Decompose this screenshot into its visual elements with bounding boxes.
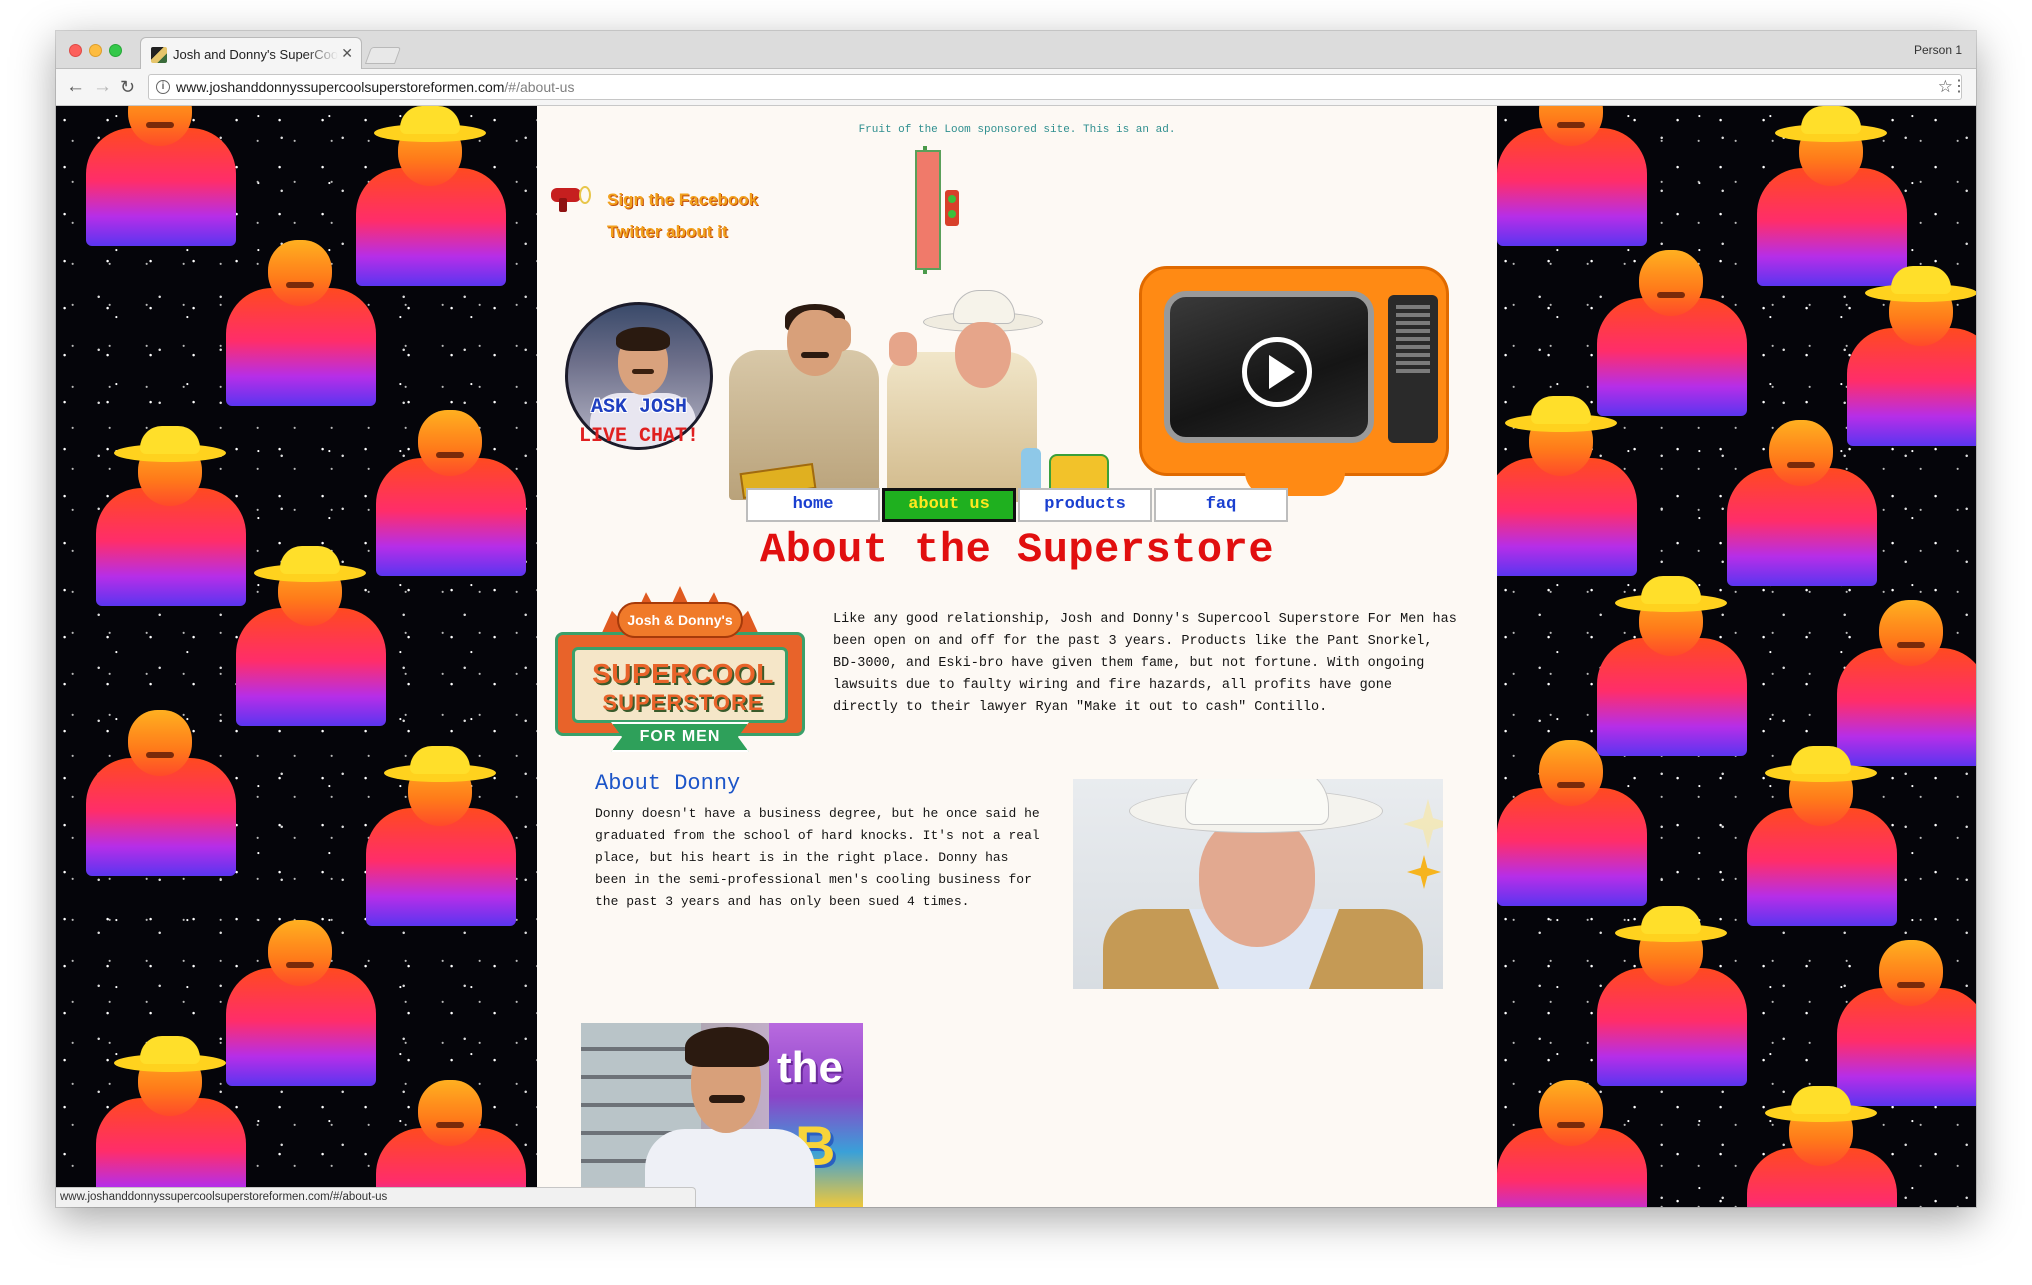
- background-josh-figure: [356, 1066, 546, 1207]
- main-navigation: home about us products faq: [746, 488, 1290, 522]
- forward-arrow-icon[interactable]: →: [93, 75, 112, 99]
- background-josh-figure: [1577, 236, 1767, 416]
- background-josh-figure: [1817, 586, 1976, 766]
- browser-menu-icon[interactable]: ⋮: [1951, 75, 1976, 99]
- background-josh-figure: [1477, 106, 1667, 246]
- content-column: Fruit of the Loom sponsored site. This i…: [537, 106, 1497, 1207]
- intro-paragraph: Like any good relationship, Josh and Don…: [833, 612, 1457, 715]
- twitter-link[interactable]: Twitter about it: [607, 222, 728, 242]
- close-window-button[interactable]: [69, 44, 82, 57]
- background-josh-figure: [1477, 1066, 1667, 1207]
- tab-title: Josh and Donny's SuperCool: [173, 47, 338, 62]
- background-josh-figure: [1817, 926, 1976, 1106]
- live-chat-label: LIVE CHAT!: [578, 425, 700, 448]
- maximize-window-button[interactable]: [109, 44, 122, 57]
- logo-line-superstore: SUPERSTORE: [602, 690, 764, 715]
- background-josh-figure: [1707, 406, 1897, 586]
- superstore-logo: SUPERCOOL SUPERSTORE Josh & Donny's FOR …: [555, 586, 805, 758]
- browser-tab-active[interactable]: Josh and Donny's SuperCool ✕: [140, 37, 362, 70]
- nav-products[interactable]: products: [1018, 488, 1152, 522]
- flag-logo-icon: [915, 146, 971, 274]
- sparkle-icon: [1403, 799, 1443, 849]
- page-viewport: Fruit of the Loom sponsored site. This i…: [56, 106, 1976, 1207]
- social-links: Sign the Facebook Twitter about it: [547, 180, 787, 244]
- address-bar[interactable]: i www.joshanddonnyssupercoolsuperstorefo…: [148, 74, 1962, 100]
- nav-faq[interactable]: faq: [1154, 488, 1288, 522]
- link-status-bar: www.joshanddonnyssupercoolsuperstoreform…: [56, 1187, 696, 1207]
- sponsor-notice: Fruit of the Loom sponsored site. This i…: [858, 124, 1176, 136]
- video-tv-player[interactable]: [1135, 262, 1453, 502]
- background-josh-figure: [206, 226, 396, 406]
- reload-icon[interactable]: ↻: [120, 75, 135, 99]
- profile-button[interactable]: Person 1: [1914, 43, 1962, 57]
- logo-ribbon-for-men: FOR MEN: [611, 722, 749, 752]
- tv-control-panel: [1388, 295, 1438, 443]
- about-donny-paragraph: Donny doesn't have a business degree, bu…: [595, 806, 1040, 909]
- new-tab-button[interactable]: [364, 47, 402, 64]
- url-text[interactable]: www.joshanddonnyssupercoolsuperstoreform…: [176, 79, 574, 95]
- site-favicon-icon: [151, 47, 167, 63]
- donny-photo: [1073, 779, 1443, 989]
- background-josh-figure: [66, 696, 256, 876]
- sparkle-icon: [1407, 855, 1441, 889]
- back-arrow-icon[interactable]: ←: [66, 75, 85, 99]
- site-info-icon[interactable]: i: [156, 80, 170, 94]
- ask-josh-live-chat-button[interactable]: ASK JOSH LIVE CHAT!: [557, 302, 717, 454]
- background-donny-figure: [76, 1036, 266, 1207]
- background-pattern-left: [56, 106, 537, 1207]
- store-sign-word: the: [777, 1043, 843, 1092]
- josh-and-donny-hero-image: [727, 282, 1117, 502]
- nav-about-us[interactable]: about us: [882, 488, 1016, 522]
- url-host: www.joshanddonnyssupercoolsuperstoreform…: [176, 79, 505, 95]
- play-icon[interactable]: [1242, 337, 1312, 407]
- josh-photo: the B: [581, 1023, 863, 1207]
- background-josh-figure: [66, 106, 256, 246]
- tab-close-icon[interactable]: ✕: [341, 45, 353, 62]
- minimize-window-button[interactable]: [89, 44, 102, 57]
- about-donny-heading: About Donny: [595, 771, 741, 796]
- background-donny-figure: [1727, 1086, 1917, 1207]
- logo-line-supercool: SUPERCOOL: [592, 658, 774, 689]
- page-title: About the Superstore: [759, 526, 1275, 574]
- browser-window: Josh and Donny's SuperCool ✕ Person 1 ← …: [56, 31, 1976, 1207]
- tab-strip: Josh and Donny's SuperCool ✕ Person 1: [56, 31, 1976, 70]
- background-josh-figure: [1477, 726, 1667, 906]
- background-donny-figure: [1727, 746, 1917, 926]
- hair-dryer-icon: [547, 184, 591, 212]
- ask-josh-label: ASK JOSH: [590, 396, 687, 419]
- background-donny-figure: [346, 746, 536, 926]
- browser-toolbar: ← → ↻ i www.joshanddonnyssupercoolsupers…: [56, 69, 1976, 106]
- background-pattern-right: [1487, 106, 1976, 1207]
- nav-home[interactable]: home: [746, 488, 880, 522]
- url-path: /#/about-us: [504, 79, 575, 95]
- background-donny-figure: [1577, 906, 1767, 1086]
- facebook-link[interactable]: Sign the Facebook: [607, 190, 758, 210]
- video-screen[interactable]: [1164, 291, 1374, 443]
- logo-line-josh-donny: Josh & Donny's: [617, 602, 743, 638]
